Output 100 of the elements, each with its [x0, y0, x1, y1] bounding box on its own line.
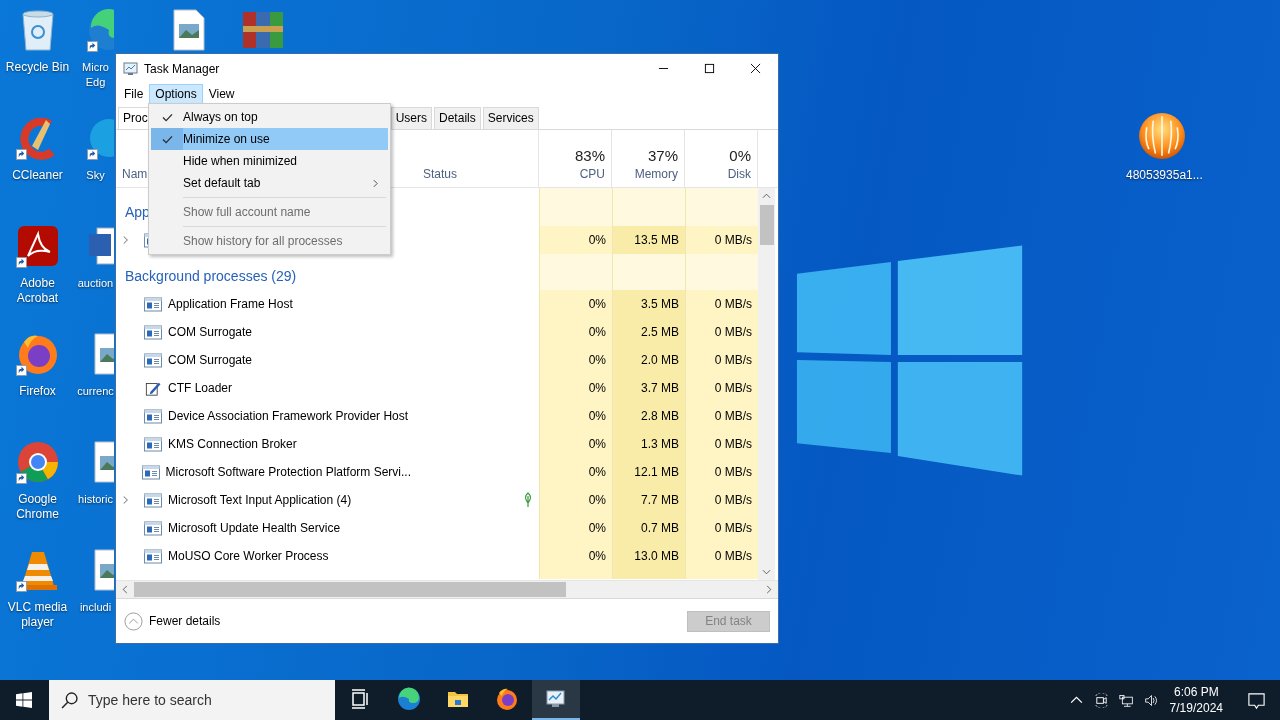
window-app-icon	[144, 492, 162, 508]
volume-icon[interactable]	[1143, 692, 1159, 708]
expand-chevron-icon[interactable]	[122, 235, 129, 245]
desktop-icon-label[interactable]: VLC media player	[1, 600, 74, 630]
desktop-icon-label[interactable]: includi	[76, 600, 115, 615]
table-cell: 13.5 MB	[612, 226, 685, 254]
vertical-scrollbar[interactable]	[758, 188, 775, 580]
clock-time[interactable]: 6:06 PM	[1173, 684, 1219, 700]
desktop-icon-label[interactable]: currenc	[76, 384, 115, 399]
browser-icon[interactable]	[85, 8, 114, 52]
search-icon	[61, 691, 78, 709]
close-icon[interactable]	[749, 63, 761, 74]
notification-icon[interactable]	[1247, 690, 1266, 710]
table-cell: 0 MB/s	[685, 346, 758, 374]
scrollbar-thumb[interactable]	[759, 205, 774, 245]
column-header[interactable]: 37% Memory	[612, 130, 685, 187]
window-app-icon	[144, 296, 162, 312]
menu-item[interactable]: Always on top	[151, 106, 388, 128]
search-box[interactable]: Type here to search	[49, 680, 335, 720]
process-name: Microsoft Text Input Application (4)	[168, 493, 352, 507]
process-name: Application Frame Host	[168, 297, 293, 311]
table-cell: 0%	[539, 542, 612, 570]
table-cell: 7.7 MB	[612, 486, 685, 514]
search-field[interactable]: Type here to search	[88, 692, 308, 708]
desktop-icon-label[interactable]: Google Chrome	[1, 492, 74, 522]
pen-notepad-icon	[144, 380, 162, 396]
maximize-icon[interactable]	[703, 63, 715, 74]
process-name: COM Surrogate	[168, 353, 253, 367]
table-cell: 2.0 MB	[612, 346, 685, 374]
table-cell: 0 MB/s	[685, 402, 758, 430]
menu-item[interactable]: Set default tab	[151, 172, 388, 194]
orb-file-icon[interactable]	[1138, 112, 1186, 160]
process-name: MoUSO Core Worker Process	[168, 549, 329, 563]
monitor-chart-icon	[123, 60, 139, 77]
process-name: Microsoft Update Health Service	[168, 521, 341, 535]
desktop-icon-label[interactable]: historic	[76, 492, 115, 507]
start-icon[interactable]	[16, 692, 32, 708]
window-app-icon	[144, 408, 162, 424]
column-header[interactable]: Status	[417, 130, 539, 187]
table-cell: 0%	[539, 374, 612, 402]
window-app-icon	[144, 352, 162, 368]
browser-icon[interactable]	[397, 687, 421, 711]
table-cell: 0%	[539, 290, 612, 318]
table-cell: 0%	[539, 402, 612, 430]
process-name: CTF Loader	[168, 381, 233, 395]
window-app-icon	[141, 464, 160, 480]
menu-bar-item[interactable]: Options	[149, 83, 203, 104]
desktop-icon-label[interactable]: Sky	[76, 168, 115, 183]
table-cell: 0%	[539, 346, 612, 374]
table-cell: 0%	[539, 458, 612, 486]
table-cell: 0 MB/s	[685, 430, 758, 458]
table-cell: 0 MB/s	[685, 290, 758, 318]
desktop-icon-label[interactable]: CCleaner	[1, 168, 74, 183]
table-cell: 0 MB/s	[685, 514, 758, 542]
process-name: Microsoft Software Protection Platform Servi...	[165, 465, 411, 479]
table-cell: 12.1 MB	[612, 458, 685, 486]
camera-icon[interactable]	[1093, 692, 1109, 708]
tab[interactable]: Services	[482, 107, 539, 129]
table-cell: 0%	[539, 514, 612, 542]
desktop-icon-label[interactable]: Recycle Bin	[1, 60, 74, 75]
tab[interactable]: Users	[390, 107, 433, 129]
chat-app-icon[interactable]	[85, 116, 114, 160]
window-app-icon	[144, 520, 162, 536]
table-cell: 0 MB/s	[685, 486, 758, 514]
scroll-down-icon[interactable]	[762, 568, 771, 576]
menu-bar-item[interactable]: View	[202, 83, 241, 104]
network-icon[interactable]	[1118, 692, 1134, 708]
menu-item[interactable]: Hide when minimized	[151, 150, 388, 172]
process-name: Device Association Framework Provider Host	[168, 409, 409, 423]
column-header[interactable]: 0% Disk	[685, 130, 758, 187]
table-cell: 0.7 MB	[612, 514, 685, 542]
table-cell: 1.3 MB	[612, 430, 685, 458]
menu-item[interactable]: Minimize on use	[151, 128, 388, 150]
scroll-right-icon[interactable]	[765, 585, 773, 594]
table-cell: 2.5 MB	[612, 318, 685, 346]
scroll-up-icon[interactable]	[762, 192, 771, 200]
scrollbar-thumb[interactable]	[134, 582, 566, 597]
table-cell: 0%	[539, 430, 612, 458]
table-cell: 2.8 MB	[612, 402, 685, 430]
scroll-left-icon[interactable]	[121, 585, 129, 594]
window-app-icon	[144, 436, 162, 452]
browser-icon[interactable]	[495, 687, 519, 711]
fewer-details-link[interactable]: Fewer details	[149, 614, 221, 628]
clock-date[interactable]: 7/19/2024	[1169, 700, 1223, 716]
table-cell: 0 MB/s	[685, 318, 758, 346]
desktop-icon-label[interactable]: Adobe Acrobat	[1, 276, 74, 306]
horizontal-scrollbar[interactable]	[116, 580, 778, 598]
desktop-icon-label[interactable]: Micro Edg	[76, 60, 115, 90]
expand-chevron-icon[interactable]	[122, 495, 129, 505]
taskbar-app-button[interactable]	[532, 680, 580, 720]
menu-bar-item[interactable]: File	[118, 83, 150, 104]
table-cell: 0%	[539, 486, 612, 514]
process-name: KMS Connection Broker	[168, 437, 297, 451]
table-cell: 0 MB/s	[685, 374, 758, 402]
window-title: Task Manager	[144, 61, 220, 76]
tab[interactable]: Details	[434, 107, 481, 129]
column-header[interactable]: 83% CPU	[539, 130, 612, 187]
process-name: COM Surrogate	[168, 325, 253, 339]
desktop-icon-label[interactable]: auction	[76, 276, 115, 291]
desktop-icon-label[interactable]: Firefox	[1, 384, 74, 399]
